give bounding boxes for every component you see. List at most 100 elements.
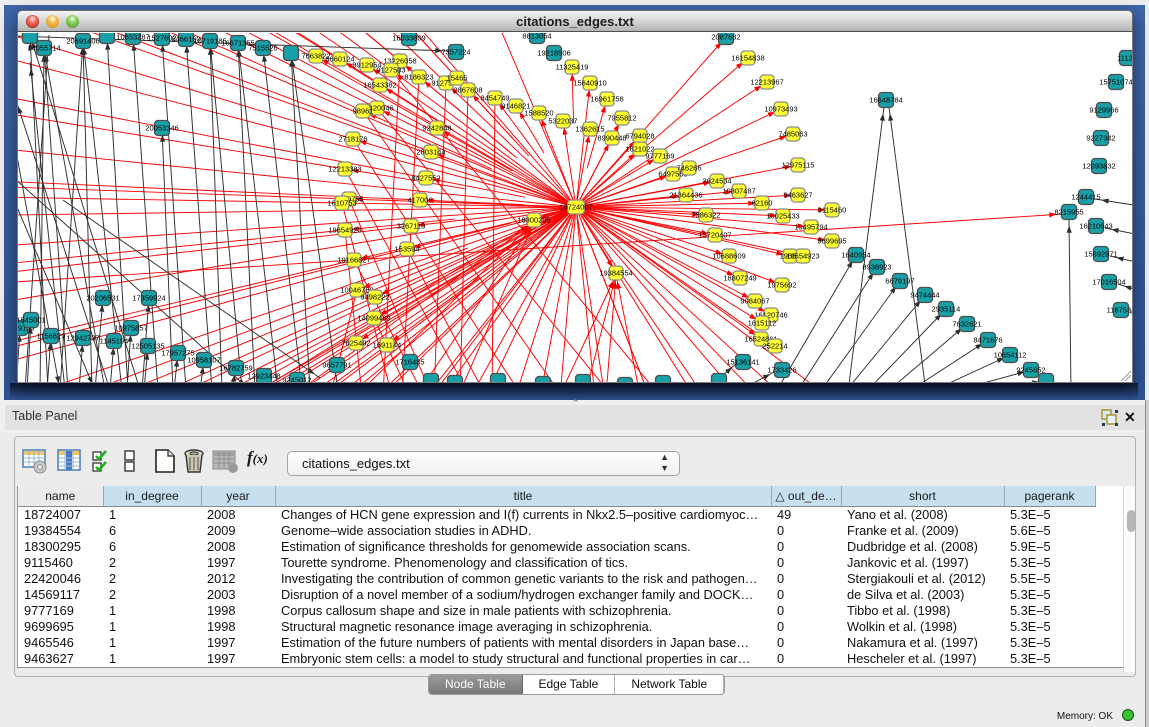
svg-text:19654923: 19654923 [328,226,361,235]
svg-text:17359924: 17359924 [132,294,165,303]
svg-text:8215955: 8215955 [1054,208,1083,217]
svg-text:9084067: 9084067 [740,297,769,306]
svg-text:9129966: 9129966 [1089,106,1118,115]
svg-text:2935114: 2935114 [932,305,961,314]
svg-text:15751074: 15751074 [1099,78,1132,87]
svg-text:18807249: 18807249 [723,274,756,283]
svg-text:9777169: 9777169 [645,152,674,161]
svg-text:1545001: 1545001 [18,316,46,325]
svg-text:8471676: 8471676 [973,336,1002,345]
svg-text:1610753: 1610753 [327,199,356,208]
svg-text:8990448: 8990448 [597,134,626,143]
svg-text:15465: 15465 [447,74,468,83]
svg-text:746266: 746266 [676,164,701,173]
svg-text:1733426: 1733426 [767,366,796,375]
svg-text:8186323: 8186323 [404,73,433,82]
svg-text:98961: 98961 [353,107,374,116]
svg-text:20206531: 20206531 [86,294,119,303]
svg-text:7986322: 7986322 [691,211,720,220]
svg-text:1244415: 1244415 [1071,193,1100,202]
svg-text:1615112: 1615112 [748,319,777,328]
svg-text:7515526: 7515526 [248,44,277,53]
svg-text:8813054: 8813054 [522,33,551,41]
svg-text:12505135: 12505135 [131,342,164,351]
svg-text:10653287: 10653287 [116,33,149,42]
svg-text:9498222: 9498222 [360,293,389,302]
svg-text:153594: 153594 [394,245,419,254]
svg-text:16543382: 16543382 [363,81,396,90]
svg-text:7485063: 7485063 [778,130,807,139]
svg-text:2718176: 2718176 [338,135,367,144]
svg-text:6794028: 6794028 [625,132,654,141]
svg-text:16154838: 16154838 [731,54,764,63]
svg-text:19384554: 19384554 [599,269,632,278]
svg-text:12213383: 12213383 [328,165,361,174]
svg-text:10688609: 10688609 [712,252,745,261]
svg-text:9699695: 9699695 [817,237,846,246]
svg-text:10973493: 10973493 [764,105,797,114]
svg-text:11325419: 11325419 [556,63,589,72]
svg-text:7625402: 7625402 [341,339,370,348]
svg-text:12975115: 12975115 [782,161,815,170]
svg-text:9127503: 9127503 [376,66,405,75]
svg-text:3267110: 3267110 [397,222,426,231]
svg-text:10025433: 10025433 [766,212,799,221]
svg-text:15692971: 15692971 [1084,250,1117,259]
svg-text:1975692: 1975692 [767,281,796,290]
svg-text:19218506: 19218506 [537,49,570,58]
svg-text:16961758: 16961758 [590,95,623,104]
svg-text:9463627: 9463627 [783,191,812,200]
svg-text:18724007: 18724007 [559,203,592,212]
svg-text:10975857: 10975857 [114,324,147,333]
svg-text:6679197: 6679197 [885,277,914,286]
svg-text:1362615: 1362615 [575,125,604,134]
svg-text:14055714: 14055714 [27,44,60,53]
svg-text:2867608: 2867608 [453,86,482,95]
svg-text:12213967: 12213967 [750,78,783,87]
svg-text:15720407: 15720407 [698,231,731,240]
svg-text:252214: 252214 [762,342,787,351]
svg-text:10807487: 10807487 [722,187,755,196]
svg-text:16033809: 16033809 [392,34,425,43]
svg-text:1167534: 1167534 [1107,306,1132,315]
svg-text:7357224: 7357224 [441,48,470,57]
svg-text:62160: 62160 [752,199,773,208]
svg-text:3624534: 3624534 [702,177,731,186]
svg-text:7955812: 7955812 [607,114,636,123]
svg-text:8660124: 8660124 [325,55,354,64]
svg-text:19495794: 19495794 [794,223,827,232]
svg-text:8427552: 8427552 [411,174,440,183]
svg-text:16210643: 16210643 [1079,222,1112,231]
svg-text:20691406: 20691406 [66,37,99,46]
svg-text:19166827: 19166827 [337,256,370,265]
svg-text:9227342: 9227342 [1086,134,1115,143]
svg-text:1691144: 1691144 [373,341,402,350]
svg-text:1156829: 1156829 [37,332,66,341]
svg-text:9242848: 9242848 [422,124,451,133]
svg-text:15136141: 15136141 [726,358,759,367]
svg-text:18300295: 18300295 [517,216,550,225]
svg-text:7632621: 7632621 [952,320,981,329]
svg-text:11121: 11121 [1117,54,1132,63]
svg-text:1716485: 1716485 [395,358,424,367]
svg-text:9474444: 9474444 [910,291,939,300]
svg-text:1640954: 1640954 [841,251,870,260]
svg-text:12093832: 12093832 [1082,162,1115,171]
svg-text:14099489: 14099489 [357,314,390,323]
svg-text:21364436: 21364436 [669,191,702,200]
svg-text:12942737: 12942737 [66,334,99,343]
svg-text:17016504: 17016504 [1092,278,1125,287]
svg-text:9245012: 9245012 [282,376,311,383]
svg-text:417006: 417006 [407,196,432,205]
svg-text:9657791: 9657791 [322,361,351,370]
svg-text:15640910: 15640910 [573,79,606,88]
svg-text:9115460: 9115460 [818,206,847,215]
svg-text:10654112: 10654112 [994,351,1027,360]
svg-text:1145194: 1145194 [100,337,129,346]
svg-text:2087682: 2087682 [711,33,740,42]
svg-text:10958107: 10958107 [187,356,220,365]
svg-text:16648784: 16648784 [869,96,902,105]
svg-text:5322037: 5322037 [548,117,577,126]
svg-text:8938923: 8938923 [862,263,891,272]
svg-text:20053346: 20053346 [145,124,178,133]
